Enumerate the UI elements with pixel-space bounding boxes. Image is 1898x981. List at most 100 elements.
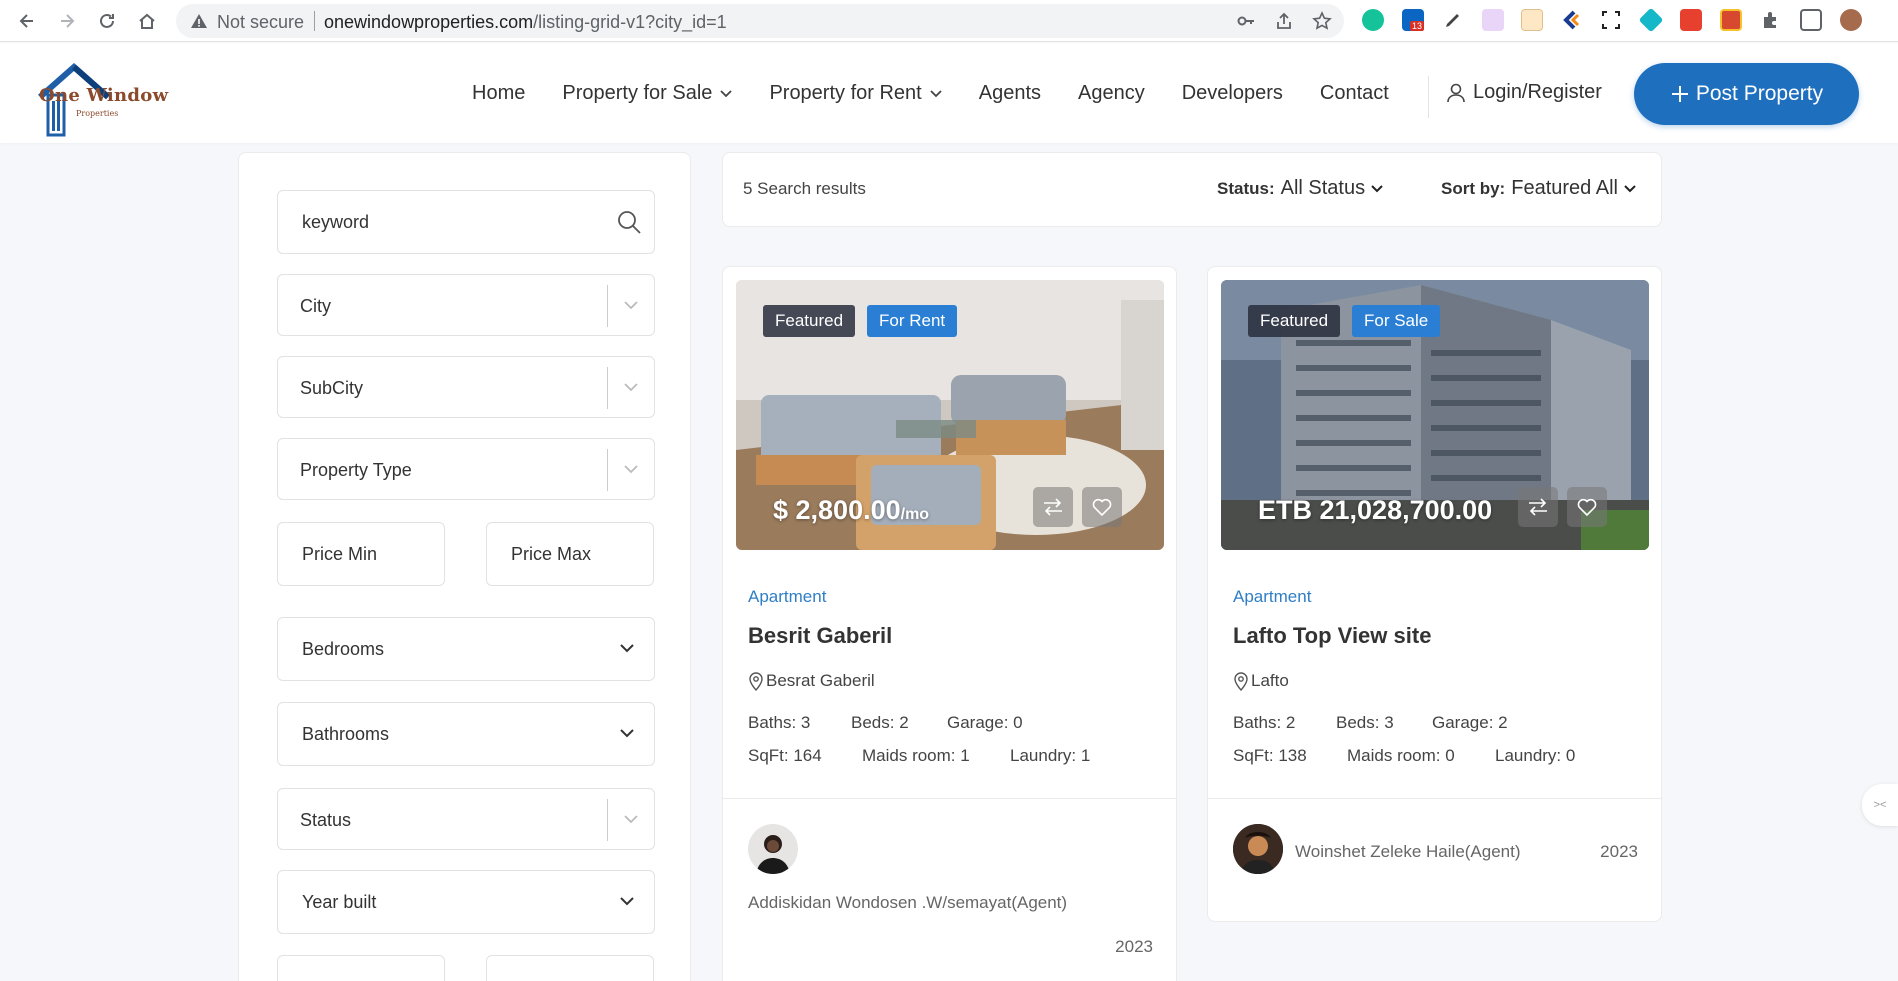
diamond-extension-icon[interactable]	[1638, 7, 1664, 33]
omnibox-divider	[314, 11, 315, 31]
nav-sale-label: Property for Sale	[562, 82, 713, 104]
avatar[interactable]	[1233, 824, 1283, 874]
extension-badge: 13	[1410, 21, 1425, 31]
heart-icon[interactable]	[1567, 487, 1607, 527]
chevron-down-icon	[620, 644, 634, 653]
laundry-count: Laundry: 1	[1010, 746, 1091, 765]
nav-property-for-sale[interactable]: Property for Sale	[562, 82, 733, 105]
sqft-value: SqFt: 164	[748, 746, 822, 765]
status-filter-value: All Status	[1280, 177, 1366, 199]
chevron-extension-icon[interactable]	[1560, 9, 1582, 31]
warning-icon	[191, 14, 207, 28]
todo-extension-icon[interactable]	[1720, 9, 1742, 31]
listing-title[interactable]: Lafto Top View site	[1233, 623, 1431, 649]
extension-icon[interactable]	[1482, 9, 1504, 31]
search-icon[interactable]	[616, 209, 642, 235]
nav-property-for-rent[interactable]: Property for Rent	[769, 82, 942, 105]
listing-year: 2023	[1600, 842, 1638, 861]
agent-name[interactable]: Addiskidan Wondosen .W/semayat(Agent)	[748, 893, 1067, 913]
puzzle-icon[interactable]	[1760, 9, 1782, 31]
back-icon[interactable]	[14, 8, 40, 34]
nav-agents[interactable]: Agents	[979, 82, 1041, 105]
select-divider	[607, 799, 608, 841]
nav-home[interactable]: Home	[472, 82, 525, 105]
logo-text[interactable]: One Window	[39, 85, 168, 106]
extra-filter-input[interactable]	[486, 955, 654, 981]
city-label: City	[300, 296, 331, 316]
profile-avatar[interactable]	[1840, 9, 1862, 31]
price-min-input[interactable]: Price Min	[277, 522, 445, 586]
sort-dropdown[interactable]: Sort by: Featured All	[1441, 177, 1636, 200]
feature-row: SqFt: 164 Maids room: 1 Laundry: 1	[748, 746, 1090, 766]
feature-row: SqFt: 138 Maids room: 0 Laundry: 0	[1233, 746, 1575, 766]
login-register-link[interactable]: Login/Register	[1445, 81, 1602, 104]
featured-badge: Featured	[1248, 305, 1341, 337]
listing-card[interactable]: Featured For Sale ETB 21,028,700.00 Apar…	[1207, 266, 1662, 922]
status-dropdown[interactable]: Status: All Status	[1217, 177, 1383, 200]
listing-location: Lafto	[1233, 671, 1289, 691]
nav-rent-label: Property for Rent	[769, 82, 922, 104]
listing-photo[interactable]: Featured For Rent $ 2,800.00/mo	[736, 280, 1164, 550]
map-pin-icon	[749, 672, 763, 691]
compare-icon[interactable]	[1518, 487, 1558, 527]
garage-count: Garage: 0	[947, 713, 1023, 732]
listing-year: 2023	[1115, 937, 1153, 956]
map-pin-icon	[1234, 672, 1248, 691]
subcity-select[interactable]: SubCity	[277, 356, 655, 418]
grammarly-icon[interactable]	[1362, 9, 1384, 31]
plus-icon	[1671, 86, 1688, 102]
address-bar[interactable]: Not secure onewindowproperties.com/listi…	[176, 4, 1344, 38]
bookmark-star-icon[interactable]	[1310, 9, 1334, 33]
screenshot-icon[interactable]	[1600, 9, 1622, 31]
keyword-search-input[interactable]: keyword	[277, 190, 655, 254]
red-extension-icon[interactable]	[1680, 9, 1702, 31]
baths-count: Baths: 3	[748, 713, 811, 732]
listing-category[interactable]: Apartment	[1233, 587, 1311, 607]
garage-count: Garage: 2	[1432, 713, 1508, 732]
calendar-extension-icon[interactable]	[1521, 9, 1543, 31]
bathrooms-select[interactable]: Bathrooms	[277, 702, 655, 766]
nav-contact[interactable]: Contact	[1320, 82, 1389, 105]
listing-category[interactable]: Apartment	[748, 587, 826, 607]
nav-agency[interactable]: Agency	[1078, 82, 1145, 105]
listing-price: $ 2,800.00/mo	[773, 495, 929, 526]
nav-developers[interactable]: Developers	[1182, 82, 1283, 105]
subcity-label: SubCity	[300, 378, 364, 398]
home-icon[interactable]	[134, 8, 160, 34]
avatar[interactable]	[748, 824, 798, 874]
city-select[interactable]: City	[277, 274, 655, 336]
url-path: /listing-grid-v1?city_id=1	[533, 12, 727, 32]
year-built-select[interactable]: Year built	[277, 870, 655, 934]
bedrooms-label: Bedrooms	[302, 639, 385, 659]
post-property-button[interactable]: Post Property	[1634, 63, 1859, 125]
reload-icon[interactable]	[94, 8, 120, 34]
listing-location: Besrat Gaberil	[748, 671, 875, 691]
login-label: Login/Register	[1473, 81, 1602, 103]
listing-card[interactable]: Featured For Rent $ 2,800.00/mo Apartmen…	[722, 266, 1177, 981]
bedrooms-select[interactable]: Bedrooms	[277, 617, 655, 681]
browser-toolbar: Not secure onewindowproperties.com/listi…	[0, 0, 1898, 42]
site-header: One Window Properties Home Property for …	[0, 43, 1898, 143]
key-icon[interactable]	[1234, 9, 1258, 33]
heart-icon[interactable]	[1082, 487, 1122, 527]
extra-filter-input[interactable]	[277, 955, 445, 981]
side-panel-icon[interactable]	[1800, 9, 1822, 31]
side-widget-tab[interactable]: ><	[1862, 784, 1898, 826]
url-text[interactable]: onewindowproperties.com/listing-grid-v1?…	[324, 12, 727, 33]
listing-title[interactable]: Besrit Gaberil	[748, 623, 892, 649]
url-host: onewindowproperties.com	[324, 12, 534, 32]
listing-photo[interactable]: Featured For Sale ETB 21,028,700.00	[1221, 280, 1649, 550]
forward-icon[interactable]	[54, 8, 80, 34]
security-label: Not secure	[217, 12, 305, 32]
price-max-input[interactable]: Price Max	[486, 522, 654, 586]
status-select[interactable]: Status	[277, 788, 655, 850]
compare-icon[interactable]	[1033, 487, 1073, 527]
select-divider	[607, 449, 608, 491]
agent-name[interactable]: Woinshet Zeleke Haile(Agent)	[1295, 842, 1521, 862]
share-icon[interactable]	[1272, 9, 1296, 33]
pen-icon[interactable]	[1442, 9, 1464, 31]
chevron-down-icon	[620, 729, 634, 738]
year-built-label: Year built	[302, 892, 377, 912]
linkedin-extension-icon[interactable]: 13	[1402, 9, 1425, 31]
property-type-select[interactable]: Property Type	[277, 438, 655, 500]
